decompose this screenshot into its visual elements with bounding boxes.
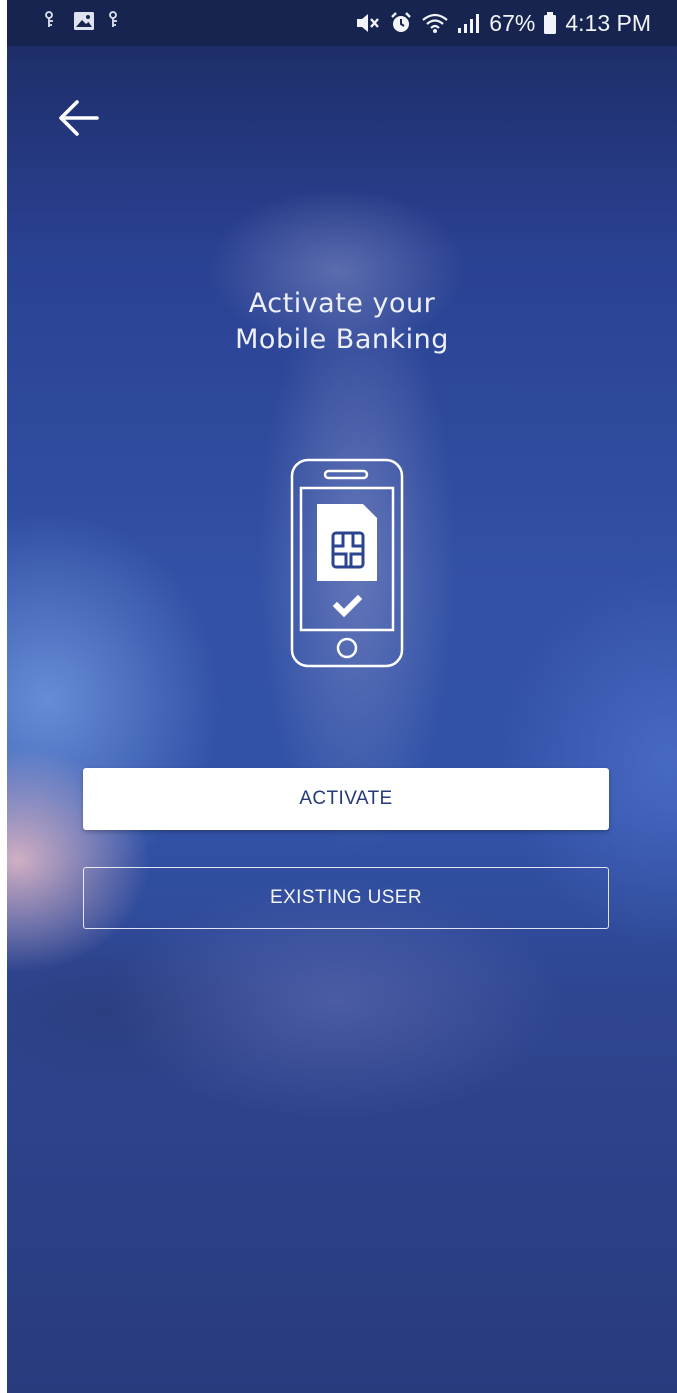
back-button[interactable]: [55, 96, 103, 140]
activate-button[interactable]: ACTIVATE: [83, 768, 609, 830]
activate-button-label: ACTIVATE: [299, 788, 393, 809]
signal-icon: [457, 11, 481, 35]
existing-user-button[interactable]: EXISTING USER: [83, 867, 609, 929]
arrow-left-icon: [59, 100, 99, 136]
phone-sim-check-icon: [290, 458, 404, 668]
status-bar: 67% 4:13 PM: [7, 0, 677, 46]
screen: 67% 4:13 PM Activate your Mobile Banking…: [7, 0, 677, 1393]
notification-icon: [41, 10, 61, 32]
clock: 4:13 PM: [565, 9, 651, 36]
alarm-icon: [389, 11, 413, 35]
battery-percent: 67%: [489, 9, 536, 36]
image-icon: [73, 10, 94, 32]
notification-icon: [105, 10, 125, 32]
battery-icon: [543, 11, 557, 35]
status-left-icons: [41, 10, 125, 32]
existing-user-button-label: EXISTING USER: [270, 887, 422, 908]
wifi-icon: [421, 11, 449, 35]
page-title-line2: Mobile Banking: [235, 324, 449, 355]
page-title-line1: Activate your: [248, 288, 436, 319]
status-right: 67% 4:13 PM: [355, 8, 651, 38]
mute-icon: [355, 11, 381, 35]
